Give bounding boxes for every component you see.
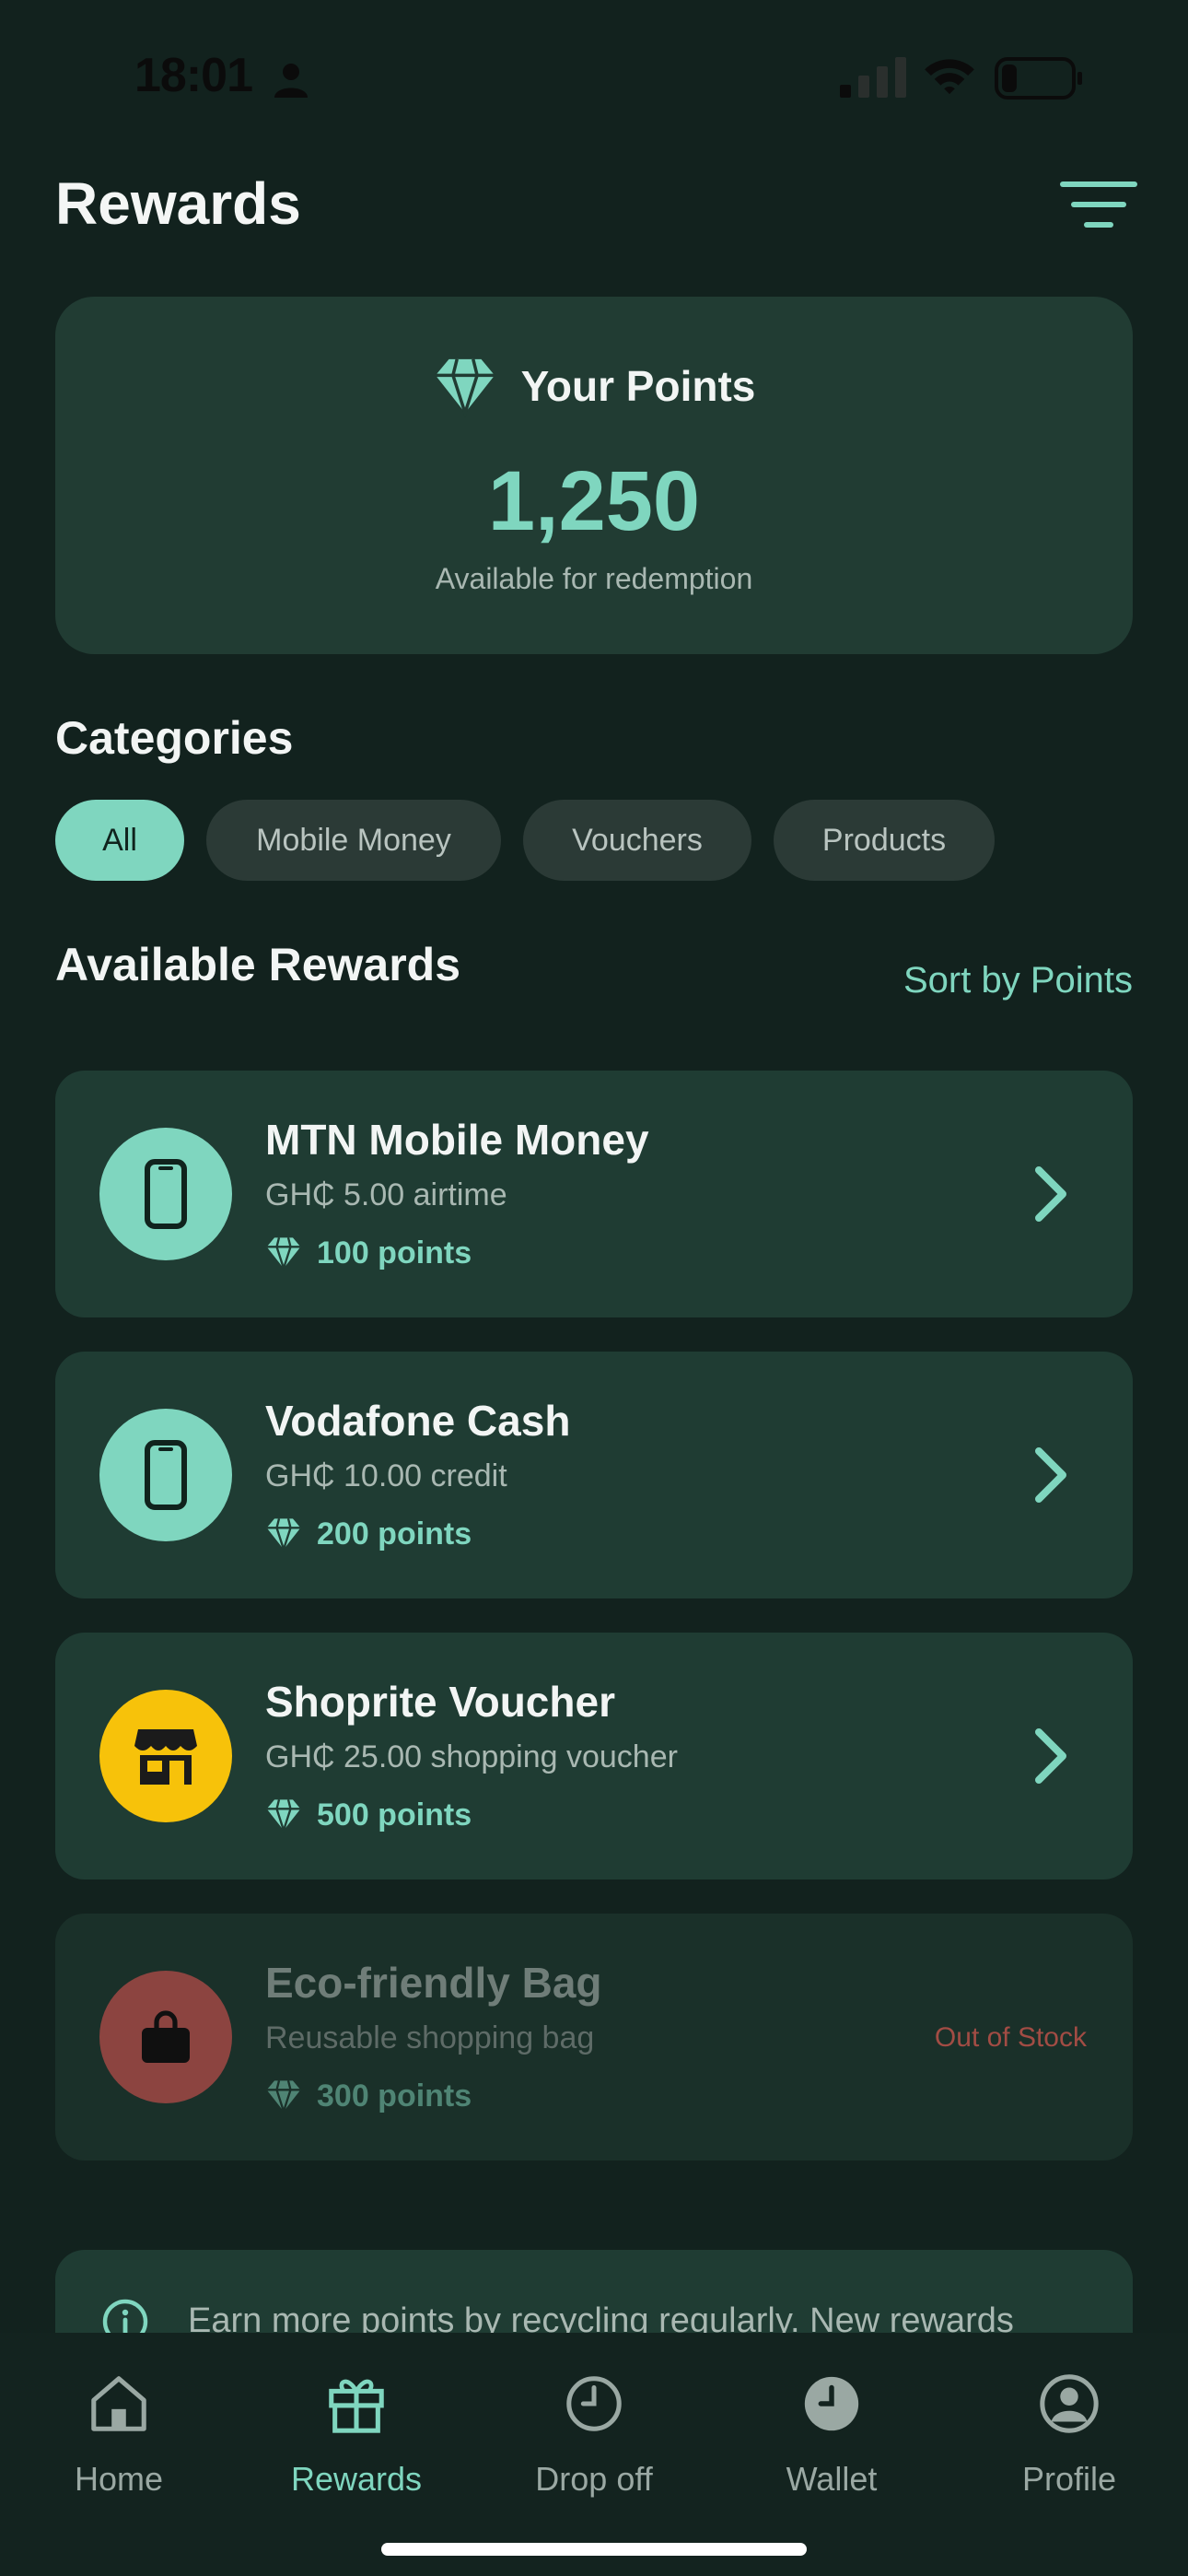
reward-card-eco-bag: Eco-friendly Bag Reusable shopping bag 3…	[55, 1914, 1133, 2160]
cellular-signal-icon	[840, 57, 906, 98]
reward-points-label: 200 points	[317, 1516, 472, 1551]
sort-by-points-link[interactable]: Sort by Points	[847, 960, 1133, 1001]
reward-card-mtn[interactable]: MTN Mobile Money GH₵ 5.00 airtime 100 po…	[55, 1071, 1133, 1317]
profile-icon	[1040, 2374, 1099, 2433]
gift-icon	[329, 2379, 384, 2433]
points-value: 1,250	[487, 454, 701, 548]
chevron-right-icon[interactable]	[1031, 1725, 1072, 1787]
nav-profile-label: Profile	[1021, 2460, 1117, 2498]
reward-card-shoprite[interactable]: Shoprite Voucher GH₵ 25.00 shopping vouc…	[55, 1633, 1133, 1879]
clock-icon	[566, 2376, 622, 2431]
reward-points: 100 points	[265, 1235, 472, 1271]
chip-mobile-money[interactable]: Mobile Money	[206, 800, 501, 881]
nav-home-label: Home	[74, 2460, 164, 2498]
points-header: Your Points	[55, 354, 1133, 418]
page-title: Rewards	[55, 170, 301, 237]
reward-icon-circle	[99, 1971, 232, 2103]
diamond-icon	[266, 1799, 301, 1833]
reward-title: Shoprite Voucher	[265, 1678, 615, 1726]
reward-points: 300 points	[265, 2078, 472, 2114]
phone-icon	[145, 1159, 187, 1229]
reward-title: MTN Mobile Money	[265, 1116, 649, 1164]
wifi-icon	[925, 59, 974, 95]
nav-profile[interactable]: Profile	[950, 2371, 1188, 2499]
reward-points: 200 points	[265, 1516, 472, 1552]
reward-icon-circle	[99, 1409, 232, 1541]
reward-points: 500 points	[265, 1797, 472, 1833]
nav-rewards[interactable]: Rewards	[238, 2371, 475, 2499]
home-icon	[91, 2376, 146, 2431]
chip-vouchers[interactable]: Vouchers	[523, 800, 751, 881]
bottom-nav: Home Rewards Drop off Wallet Profile	[0, 2333, 1188, 2576]
person-icon	[274, 64, 308, 98]
diamond-icon	[435, 358, 495, 418]
out-of-stock-label: Out of Stock	[934, 2022, 1087, 2053]
diamond-icon	[266, 2080, 301, 2114]
reward-title: Vodafone Cash	[265, 1397, 571, 1445]
points-subtitle: Available for redemption	[435, 562, 753, 595]
filter-icon[interactable]	[1059, 175, 1138, 236]
reward-title: Eco-friendly Bag	[265, 1959, 602, 2007]
bag-icon	[142, 2010, 190, 2063]
points-card: Your Points 1,250 Available for redempti…	[55, 297, 1133, 654]
reward-points-label: 300 points	[317, 2078, 472, 2113]
reward-card-vodafone[interactable]: Vodafone Cash GH₵ 10.00 credit 200 point…	[55, 1352, 1133, 1598]
nav-rewards-label: Rewards	[290, 2460, 423, 2498]
diamond-icon	[266, 1518, 301, 1552]
diamond-icon	[266, 1237, 301, 1271]
reward-points-label: 500 points	[317, 1797, 472, 1832]
available-rewards-title: Available Rewards	[55, 939, 461, 990]
nav-drop-off[interactable]: Drop off	[475, 2371, 713, 2499]
reward-description: Reusable shopping bag	[265, 2020, 595, 2055]
battery-icon	[995, 57, 1082, 100]
chevron-right-icon[interactable]	[1031, 1444, 1072, 1506]
store-icon	[134, 1729, 197, 1785]
reward-description: GH₵ 10.00 credit	[265, 1458, 507, 1493]
home-indicator	[381, 2543, 807, 2556]
points-label: Your Points	[520, 362, 756, 410]
nav-home[interactable]: Home	[0, 2371, 238, 2499]
nav-wallet-label: Wallet	[786, 2460, 878, 2498]
reward-icon-circle	[99, 1128, 232, 1260]
status-time: 18:01	[134, 49, 253, 102]
reward-description: GH₵ 5.00 airtime	[265, 1177, 507, 1212]
reward-icon-circle	[99, 1690, 232, 1822]
reward-points-label: 100 points	[317, 1235, 472, 1270]
phone-icon	[145, 1440, 187, 1510]
categories-title: Categories	[55, 712, 294, 764]
reward-description: GH₵ 25.00 shopping voucher	[265, 1739, 678, 1774]
wallet-clock-icon	[804, 2376, 859, 2431]
chip-products[interactable]: Products	[774, 800, 995, 881]
chip-all[interactable]: All	[55, 800, 184, 881]
nav-wallet[interactable]: Wallet	[713, 2371, 950, 2499]
nav-drop-off-label: Drop off	[535, 2460, 653, 2498]
chevron-right-icon[interactable]	[1031, 1163, 1072, 1225]
